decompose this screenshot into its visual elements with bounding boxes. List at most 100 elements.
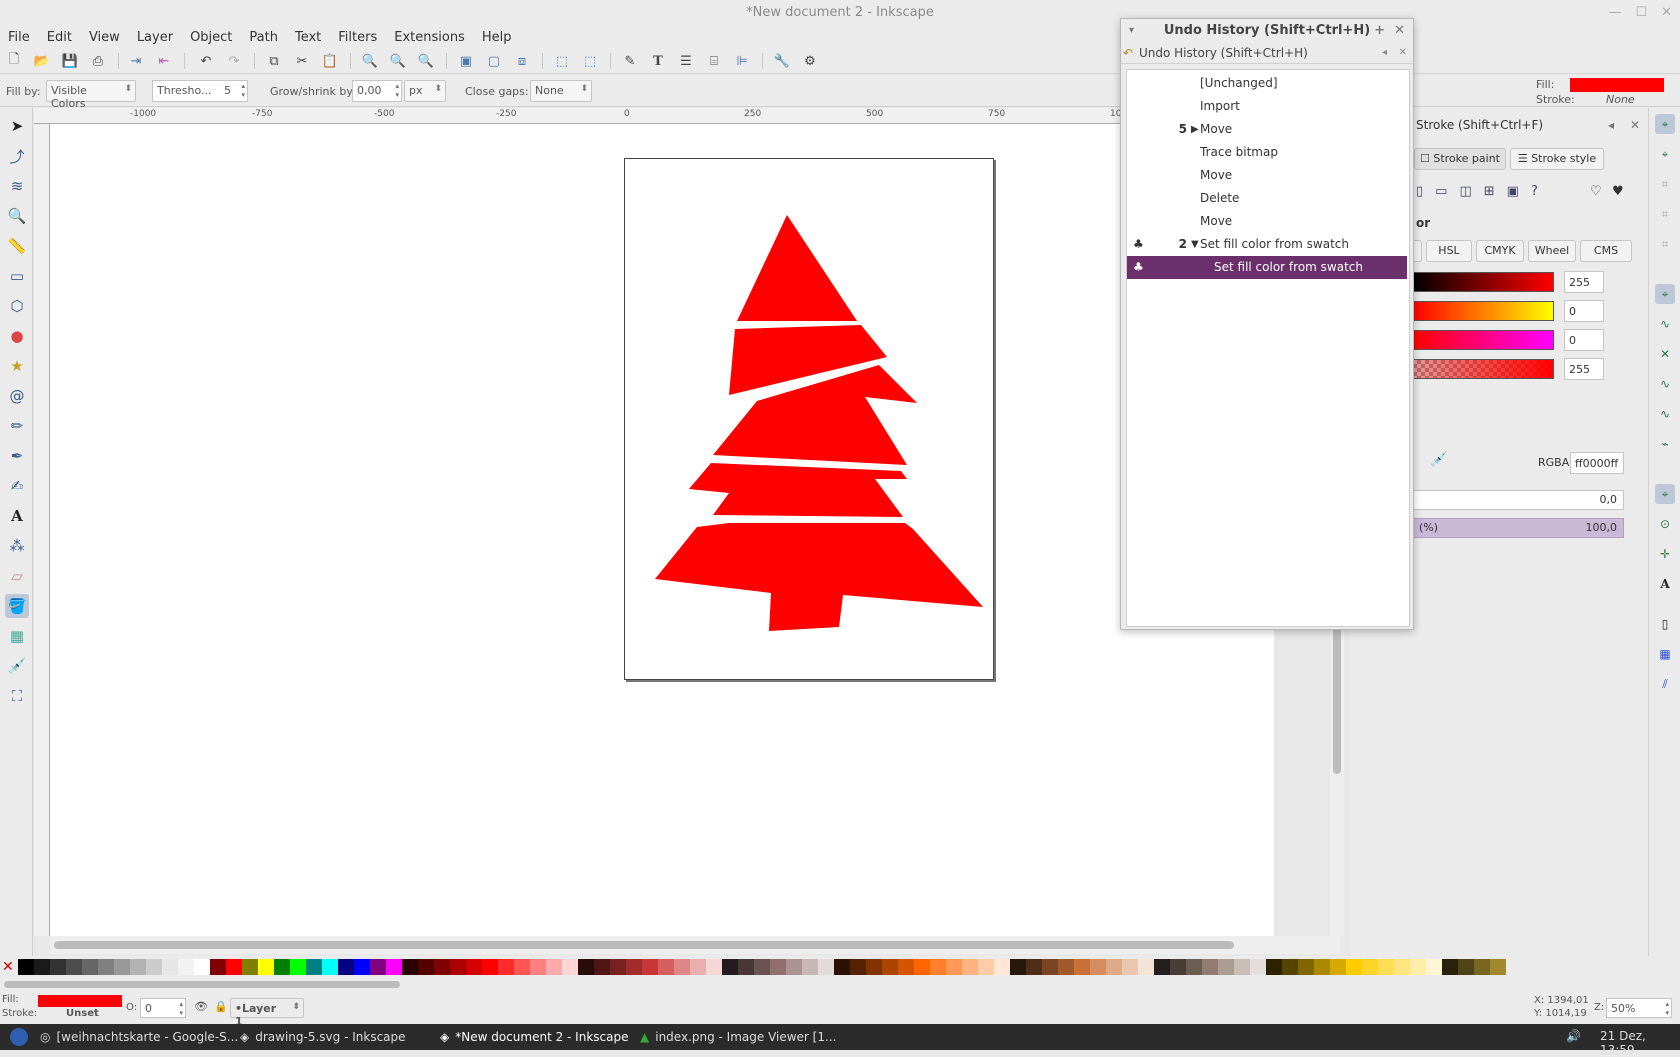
palette-swatch[interactable] (337, 959, 354, 975)
duplicate-icon[interactable]: ⧉ (264, 51, 284, 71)
gradient-tool-icon[interactable]: ▦ (5, 624, 29, 648)
expand-icon[interactable]: ▶ (1191, 118, 1199, 141)
snap-bbox-edge-icon[interactable]: ⌗ (1655, 174, 1675, 194)
history-row[interactable]: Move (1127, 164, 1407, 187)
palette-swatch[interactable] (577, 959, 594, 975)
red-channel-value[interactable]: 255 (1564, 271, 1604, 293)
undo-history-titlebar[interactable]: ▾ Undo History (Shift+Ctrl+H) + ✕ (1121, 19, 1413, 43)
flat-color-icon[interactable]: ▯ (1416, 184, 1423, 199)
fill-rule-nonzero-icon[interactable]: ♥ (1612, 184, 1624, 199)
document-properties-icon[interactable]: ⚙ (800, 51, 820, 71)
dock-iconify-icon[interactable]: ◂ (1382, 43, 1387, 63)
dock-close-icon[interactable]: ✕ (1630, 118, 1640, 132)
lock-layer-icon[interactable]: 🔒 (214, 1000, 228, 1013)
menu-edit[interactable]: Edit (39, 30, 81, 45)
node-tool-icon[interactable]: ⤴ (5, 144, 29, 168)
palette-swatch[interactable] (465, 959, 482, 975)
taskbar-item-active[interactable]: ◈ *New document 2 - Inkscape (440, 1029, 628, 1045)
palette-swatch[interactable] (209, 959, 226, 975)
menu-extensions[interactable]: Extensions (386, 30, 474, 45)
palette-swatch[interactable] (1153, 959, 1170, 975)
document-page[interactable] (624, 158, 994, 680)
window-menu-icon[interactable]: ▾ (1129, 19, 1134, 43)
hide-layer-icon[interactable]: 👁 (194, 1000, 208, 1013)
menu-text[interactable]: Text (287, 30, 330, 45)
palette-swatch[interactable] (481, 959, 498, 975)
palette-swatch[interactable] (145, 959, 162, 975)
palette-swatch[interactable] (49, 959, 66, 975)
unit-select[interactable]: px (404, 80, 446, 102)
pencil-tool-icon[interactable]: ✏ (5, 414, 29, 438)
maximize-icon[interactable]: ☐ (1635, 0, 1647, 26)
palette-swatch[interactable] (1249, 959, 1266, 975)
mesh-gradient-icon[interactable]: ⊞ (1484, 184, 1495, 199)
palette-swatch[interactable] (833, 959, 850, 975)
blur-input[interactable]: 0,0 (1412, 490, 1624, 510)
palette-swatch[interactable] (1137, 959, 1154, 975)
palette-swatch[interactable] (241, 959, 258, 975)
palette-swatch[interactable] (1313, 959, 1330, 975)
taskbar-item[interactable]: ◈ drawing-5.svg - Inkscape (240, 1029, 406, 1045)
text-tool-icon[interactable]: T (648, 51, 668, 71)
palette-swatch[interactable] (321, 959, 338, 975)
palette-swatch[interactable] (353, 959, 370, 975)
palette-swatch[interactable] (1409, 959, 1426, 975)
taskbar-item[interactable]: ◎ [weihnachtskarte - Google-S... (40, 1029, 238, 1045)
fill-color-swatch[interactable] (1570, 78, 1664, 92)
spray-tool-icon[interactable]: ⁂ (5, 534, 29, 558)
palette-swatch[interactable] (1009, 959, 1026, 975)
menu-filters[interactable]: Filters (330, 30, 386, 45)
connector-tool-icon[interactable]: ⛶ (5, 684, 29, 708)
eraser-tool-icon[interactable]: ▱ (5, 564, 29, 588)
dock-close-icon[interactable]: ✕ (1399, 43, 1407, 63)
snap-bbox-midpoint-icon[interactable]: ⌗ (1655, 234, 1675, 254)
palette-swatch[interactable] (1457, 959, 1474, 975)
horizontal-scrollbar[interactable] (50, 936, 1340, 954)
radial-gradient-icon[interactable]: ◫ (1459, 184, 1471, 199)
palette-swatch[interactable] (817, 959, 834, 975)
palette-swatch[interactable] (1073, 959, 1090, 975)
history-row[interactable]: Trace bitmap (1127, 141, 1407, 164)
palette-swatch[interactable] (993, 959, 1010, 975)
palette-swatch[interactable] (273, 959, 290, 975)
palette-swatch[interactable] (545, 959, 562, 975)
snap-path-icon[interactable]: ∿ (1655, 314, 1675, 334)
palette-swatch[interactable] (1265, 959, 1282, 975)
layers-icon[interactable]: ☰ (676, 51, 696, 71)
snap-intersection-icon[interactable]: ✕ (1655, 344, 1675, 364)
red-channel-slider[interactable] (1412, 272, 1554, 292)
palette-swatch[interactable] (1185, 959, 1202, 975)
green-channel-slider[interactable] (1412, 301, 1554, 321)
minimize-icon[interactable]: — (1608, 0, 1621, 26)
zoom-page-icon[interactable]: 🔍 (416, 51, 436, 71)
palette-swatch[interactable] (801, 959, 818, 975)
history-row[interactable]: Delete (1127, 187, 1407, 210)
pattern-icon[interactable]: ▣ (1507, 184, 1519, 199)
palette-swatch[interactable] (529, 959, 546, 975)
blue-channel-slider[interactable] (1412, 330, 1554, 350)
snap-rotation-center-icon[interactable]: ✛ (1655, 544, 1675, 564)
snap-cusp-icon[interactable]: ∿ (1655, 374, 1675, 394)
palette-swatch[interactable] (561, 959, 578, 975)
align-icon[interactable]: ⊫ (732, 51, 752, 71)
zoom-selection-icon[interactable]: 🔍 (360, 51, 380, 71)
save-icon[interactable]: 💾 (60, 51, 80, 71)
history-row[interactable]: ♣ 2 ▼ Set fill color from swatch (1127, 233, 1407, 256)
palette-swatch[interactable] (737, 959, 754, 975)
palette-swatch[interactable] (1473, 959, 1490, 975)
redo-icon[interactable]: ↷ (224, 51, 244, 71)
zoom-drawing-icon[interactable]: 🔍 (388, 51, 408, 71)
palette-swatch[interactable] (593, 959, 610, 975)
palette-swatch[interactable] (1281, 959, 1298, 975)
text-tool-icon[interactable]: A (5, 504, 29, 528)
pin-icon[interactable]: + (1374, 19, 1385, 43)
palette-swatch[interactable] (385, 959, 402, 975)
history-row[interactable]: Move (1127, 210, 1407, 233)
cms-mode-button[interactable]: CMS (1580, 240, 1632, 262)
palette-swatch[interactable] (881, 959, 898, 975)
unset-paint-icon[interactable]: ? (1531, 184, 1538, 199)
palette-swatch[interactable] (785, 959, 802, 975)
palette-swatch[interactable] (1217, 959, 1234, 975)
rectangle-tool-icon[interactable]: ▭ (5, 264, 29, 288)
zoom-input[interactable]: 50% (1606, 998, 1672, 1018)
